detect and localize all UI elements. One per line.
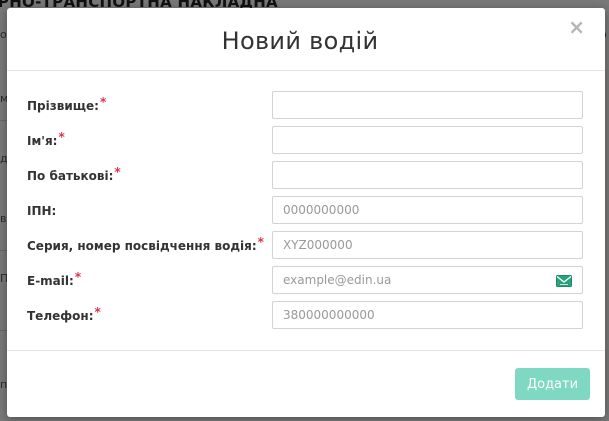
tax-id-input[interactable]	[272, 196, 583, 224]
modal-title: Новий водій	[221, 27, 379, 55]
phone-label-text: Телефон:	[27, 309, 94, 323]
tax-id-label: ІПН:	[27, 204, 56, 218]
modal-header: Новий водій ×	[7, 8, 605, 71]
required-marker: *	[74, 270, 82, 284]
phone-label: Телефон:*	[27, 305, 101, 323]
required-marker: *	[257, 235, 264, 249]
last-name-label-text: Прізвище:	[27, 99, 99, 113]
required-marker: *	[114, 165, 121, 179]
license-number-label-text: Серия, номер посвідчення водія:	[27, 239, 257, 253]
required-marker: *	[99, 95, 107, 109]
license-number-label: Серия, номер посвідчення водія:*	[27, 235, 264, 253]
tax-id-row: ІПН:	[27, 196, 585, 226]
first-name-label: Ім'я:*	[27, 130, 65, 148]
footer-divider	[7, 350, 605, 351]
close-button[interactable]: ×	[568, 17, 585, 37]
phone-row: Телефон:*	[27, 301, 585, 331]
license-number-input[interactable]	[272, 231, 583, 259]
phone-input[interactable]	[272, 301, 583, 329]
email-icon	[556, 275, 572, 287]
new-driver-modal: Новий водій × Прізвище:* Ім'я:* По батьк…	[7, 8, 605, 417]
patronymic-label-text: По батькові:	[27, 169, 114, 183]
email-label: E-mail:*	[27, 270, 81, 288]
patronymic-label: По батькові:*	[27, 165, 121, 183]
last-name-row: Прізвище:*	[27, 91, 585, 121]
last-name-label: Прізвище:*	[27, 95, 106, 113]
first-name-label-text: Ім'я:	[27, 134, 58, 148]
tax-id-label-text: ІПН:	[27, 204, 57, 218]
license-number-row: Серия, номер посвідчення водія:*	[27, 231, 585, 261]
add-button[interactable]: Додати	[515, 368, 590, 400]
required-marker: *	[94, 305, 101, 319]
first-name-row: Ім'я:*	[27, 126, 585, 156]
first-name-input[interactable]	[272, 126, 583, 154]
required-marker: *	[58, 130, 65, 144]
last-name-input[interactable]	[272, 91, 583, 119]
patronymic-input[interactable]	[272, 161, 583, 189]
email-label-text: E-mail:	[27, 274, 74, 288]
email-row: E-mail:*	[27, 266, 585, 296]
email-input[interactable]	[272, 266, 583, 294]
patronymic-row: По батькові:*	[27, 161, 585, 191]
